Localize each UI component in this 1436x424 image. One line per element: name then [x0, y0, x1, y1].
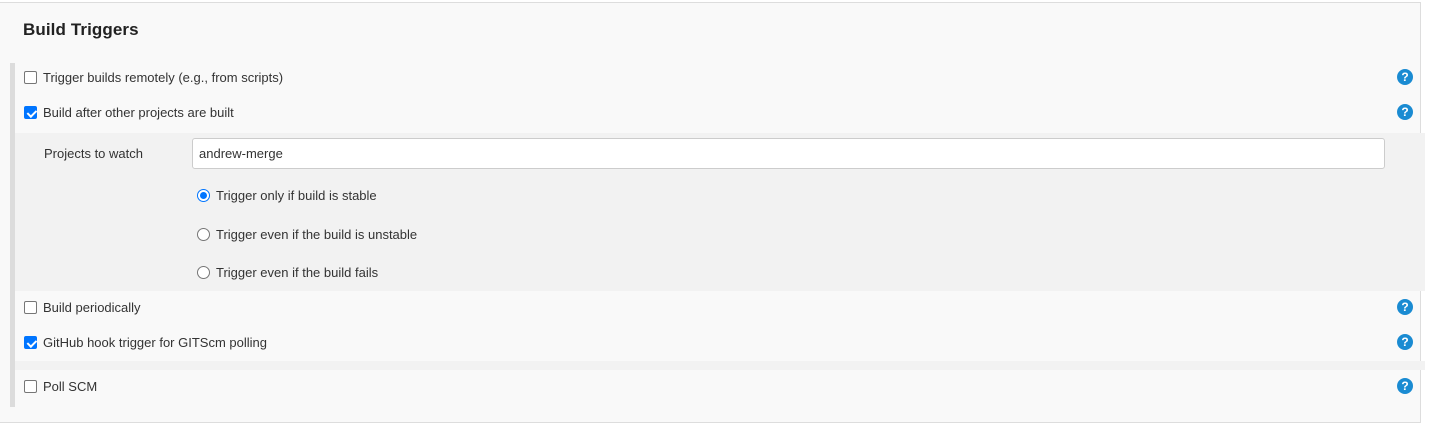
trigger-row-poll-scm: Poll SCM ? [15, 370, 1425, 405]
trigger-row-github-hook: GitHub hook trigger for GITScm polling ? [15, 326, 1425, 361]
trigger-upstream-label[interactable]: Build after other projects are built [43, 105, 234, 120]
radio-option-fails[interactable]: Trigger even if the build fails [197, 263, 597, 283]
trigger-upstream-checkbox[interactable] [24, 106, 37, 119]
trigger-poll-scm-label[interactable]: Poll SCM [43, 379, 97, 394]
radio-option-stable[interactable]: Trigger only if build is stable [197, 186, 597, 206]
trigger-remote-checkbox[interactable] [24, 71, 37, 84]
trigger-row-periodic: Build periodically ? [15, 291, 1425, 326]
trigger-poll-scm-checkbox[interactable] [24, 380, 37, 393]
section-title: Build Triggers [23, 20, 139, 39]
upstream-options-panel: Projects to watch Trigger only if build … [15, 133, 1425, 291]
trigger-row-remote: Trigger builds remotely (e.g., from scri… [15, 61, 1425, 96]
help-icon[interactable]: ? [1397, 69, 1413, 85]
radio-option-unstable[interactable]: Trigger even if the build is unstable [197, 225, 597, 245]
radio-fails-label[interactable]: Trigger even if the build fails [216, 265, 378, 280]
radio-stable-label[interactable]: Trigger only if build is stable [216, 188, 377, 203]
radio-unstable-label[interactable]: Trigger even if the build is unstable [216, 227, 417, 242]
radio-fails[interactable] [197, 266, 210, 279]
trigger-github-hook-label[interactable]: GitHub hook trigger for GITScm polling [43, 335, 267, 350]
row-separator [15, 361, 1425, 370]
trigger-remote-label[interactable]: Trigger builds remotely (e.g., from scri… [43, 70, 283, 85]
help-icon[interactable]: ? [1397, 299, 1413, 315]
radio-unstable[interactable] [197, 228, 210, 241]
projects-to-watch-input[interactable] [192, 138, 1385, 169]
trigger-github-hook-checkbox[interactable] [24, 336, 37, 349]
radio-stable[interactable] [197, 189, 210, 202]
trigger-periodic-checkbox[interactable] [24, 301, 37, 314]
help-icon[interactable]: ? [1397, 378, 1413, 394]
trigger-periodic-label[interactable]: Build periodically [43, 300, 141, 315]
help-icon[interactable]: ? [1397, 104, 1413, 120]
help-icon[interactable]: ? [1397, 334, 1413, 350]
trigger-row-upstream: Build after other projects are built ? [15, 96, 1425, 131]
projects-to-watch-label: Projects to watch [44, 146, 143, 161]
